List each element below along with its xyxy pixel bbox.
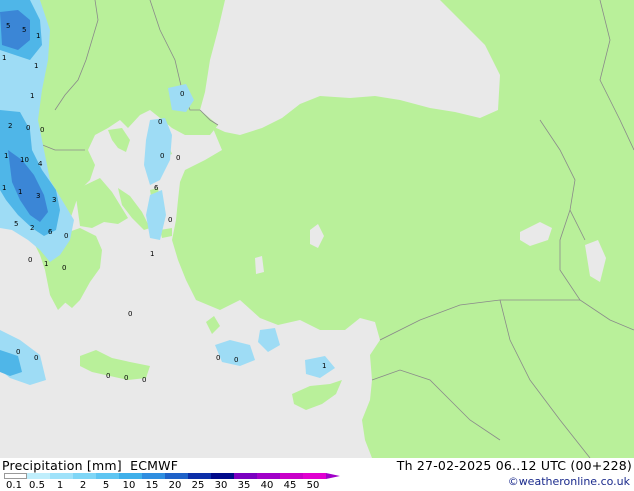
scale-tick-label: 2 [79,480,87,491]
scale-swatch [280,473,303,479]
point-value-label: 0 [216,354,220,362]
point-value-label: 1 [2,184,6,192]
point-value-label: 2 [30,224,34,232]
point-value-label: 10 [20,156,29,164]
scale-tick-label: 35 [237,480,251,491]
point-value-label: 6 [154,184,159,192]
point-value-label: 0 [128,310,132,318]
point-value-label: 1 [150,250,154,258]
credit-link[interactable]: ©weatheronline.co.uk [508,475,630,488]
point-value-label: 0 [124,374,128,382]
legend-bar: Precipitation [mm] ECMWF Th 27-02-2025 0… [0,458,634,491]
scale-swatch [27,473,50,479]
scale-swatch [4,473,27,479]
scale-labels: 0.1 0.5 1 2 5 10 15 20 25 30 35 40 45 50 [0,480,340,491]
scale-arrow-icon [326,473,340,479]
scale-tick-label: 45 [283,480,297,491]
point-value-label: 1 [2,54,6,62]
precipitation-map[interactable]: 5 5 1 1 1 1 0 2 0 1 10 4 1 1 3 3 5 2 6 0 0 1 0 0 0 0 6 0 1 0 0 0 0 0 0 0 0 1 0 [0,0,634,458]
point-value-label: 1 [322,362,326,370]
point-value-label: 0 [234,356,238,364]
point-value-label: 5 [6,22,10,30]
scale-tick-label: 25 [191,480,205,491]
scale-swatch [211,473,234,479]
point-value-label: 0 [26,124,30,132]
scale-swatch [165,473,188,479]
point-value-label: 5 [22,26,26,34]
point-value-label: 0 [168,216,172,224]
map-canvas: 5 5111102 01 10 41 1 3 35 2 6 00 1 000060100000 0 0010 [0,0,634,458]
point-value-label: 0 [142,376,146,384]
scale-tick-label: 40 [260,480,274,491]
point-value-label: 0 [28,256,32,264]
point-value-label: 0 [106,372,110,380]
scale-swatch [257,473,280,479]
point-value-label: 0 [16,348,20,356]
point-value-label: 0 [64,232,68,240]
point-value-label: 2 [8,122,12,130]
point-value-label: 1 [30,92,34,100]
point-value-label: 1 [4,152,8,160]
point-value-label: 3 [36,192,40,200]
scale-tick-label: 5 [102,480,110,491]
scale-swatch [119,473,142,479]
validity-time: Th 27-02-2025 06..12 UTC (00+228) [396,458,632,473]
point-value-label: 0 [62,264,66,272]
scale-swatch [234,473,257,479]
scale-swatch [50,473,73,479]
point-value-label: 3 [52,196,56,204]
scale-tick-label: 50 [306,480,320,491]
scale-swatch [142,473,165,479]
color-scale [4,473,326,479]
point-value-label: 0 [176,154,180,162]
scale-tick-label: 1 [56,480,64,491]
point-value-label: 0 [180,90,184,98]
point-value-label: 5 [14,220,18,228]
scale-tick-label: 10 [122,480,136,491]
point-value-label: 1 [44,260,48,268]
map-title: Precipitation [mm] ECMWF [2,458,179,473]
scale-swatch [96,473,119,479]
scale-swatch [188,473,211,479]
scale-tick-label: 0.1 [6,480,22,491]
scale-swatch [303,473,326,479]
point-value-label: 4 [38,160,43,168]
point-value-label: 1 [18,188,22,196]
point-value-label: 0 [40,126,44,134]
scale-tick-label: 15 [145,480,159,491]
point-value-label: 1 [36,32,40,40]
point-value-label: 0 [160,152,164,160]
point-value-label: 0 [158,118,162,126]
scale-tick-label: 20 [168,480,182,491]
scale-tick-label: 0.5 [29,480,45,491]
point-value-label: 6 [48,228,53,236]
scale-swatch [73,473,96,479]
point-value-label: 1 [34,62,38,70]
scale-tick-label: 30 [214,480,228,491]
point-value-label: 0 [34,354,38,362]
